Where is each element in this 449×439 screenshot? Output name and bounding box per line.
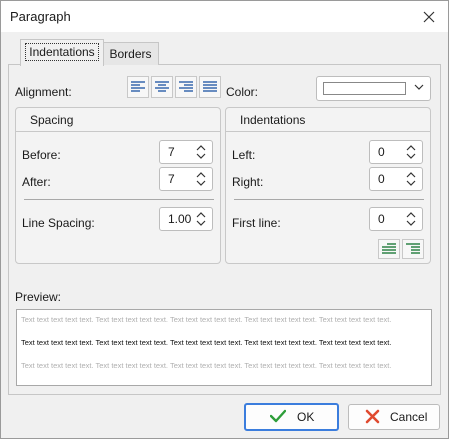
indentations-separator xyxy=(234,199,424,200)
preview-box: Text text text text text. Text text text… xyxy=(16,309,432,386)
align-right-icon xyxy=(179,81,193,92)
first-line-label: First line: xyxy=(232,216,281,230)
first-line-stepper[interactable]: 0 xyxy=(369,207,423,231)
checkmark-icon xyxy=(270,409,286,423)
align-center-button[interactable] xyxy=(151,76,173,98)
first-line-indent-button[interactable] xyxy=(378,239,400,259)
line-spacing-stepper[interactable]: 1.00 xyxy=(159,207,213,231)
before-value: 7 xyxy=(168,145,175,159)
color-label: Color: xyxy=(226,85,259,99)
spacing-separator xyxy=(24,199,214,200)
spin-arrows-icon xyxy=(406,172,416,186)
after-stepper[interactable]: 7 xyxy=(159,167,213,191)
first-line-indent-icon xyxy=(382,243,396,254)
right-indent-stepper[interactable]: 0 xyxy=(369,167,423,191)
ok-label: OK xyxy=(297,410,315,424)
indentations-title: Indentations xyxy=(240,113,306,127)
align-right-button[interactable] xyxy=(175,76,197,98)
spin-arrows-icon xyxy=(406,212,416,226)
tab-borders[interactable]: Borders xyxy=(102,42,159,65)
align-center-icon xyxy=(155,81,169,92)
spin-arrows-icon xyxy=(406,145,416,159)
preview-before-text: Text text text text text. Text text text… xyxy=(21,315,392,324)
cancel-button[interactable]: Cancel xyxy=(348,404,440,430)
align-left-button[interactable] xyxy=(127,76,149,98)
align-justify-icon xyxy=(203,81,217,92)
right-label: Right: xyxy=(232,175,264,189)
tab-indentations[interactable]: Indentations xyxy=(20,39,104,66)
tab-indentations-label: Indentations xyxy=(25,43,99,61)
after-label: After: xyxy=(22,175,51,189)
before-label: Before: xyxy=(22,148,61,162)
chevron-down-icon xyxy=(414,84,424,90)
spin-arrows-icon xyxy=(196,145,206,159)
tab-borders-label: Borders xyxy=(109,47,152,61)
line-spacing-label: Line Spacing: xyxy=(22,216,95,230)
first-line-value: 0 xyxy=(378,212,385,226)
left-indent-stepper[interactable]: 0 xyxy=(369,140,423,164)
hanging-indent-icon xyxy=(406,243,420,254)
preview-sample-text: Text text text text text. Text text text… xyxy=(21,338,392,347)
hanging-indent-button[interactable] xyxy=(402,239,424,259)
close-icon xyxy=(423,11,435,23)
window-title: Paragraph xyxy=(10,9,71,24)
title-bar: Paragraph xyxy=(1,1,448,32)
cancel-x-icon xyxy=(365,409,380,424)
indentations-group-header: Indentations xyxy=(226,108,430,132)
right-indent-value: 0 xyxy=(378,172,385,186)
align-justify-button[interactable] xyxy=(199,76,221,98)
spin-arrows-icon xyxy=(196,212,206,226)
left-label: Left: xyxy=(232,148,256,162)
line-spacing-value: 1.00 xyxy=(168,212,192,226)
close-button[interactable] xyxy=(418,6,440,28)
spacing-group-header: Spacing xyxy=(16,108,220,132)
alignment-label: Alignment: xyxy=(15,85,72,99)
preview-label: Preview: xyxy=(15,290,62,304)
cancel-label: Cancel xyxy=(390,410,428,424)
color-swatch xyxy=(323,82,406,95)
preview-after-text: Text text text text text. Text text text… xyxy=(21,361,392,370)
spacing-title: Spacing xyxy=(30,113,74,127)
ok-button[interactable]: OK xyxy=(244,403,339,431)
before-stepper[interactable]: 7 xyxy=(159,140,213,164)
color-dropdown[interactable] xyxy=(316,76,431,101)
spin-arrows-icon xyxy=(196,172,206,186)
align-left-icon xyxy=(131,81,145,92)
left-indent-value: 0 xyxy=(378,145,385,159)
after-value: 7 xyxy=(168,172,175,186)
